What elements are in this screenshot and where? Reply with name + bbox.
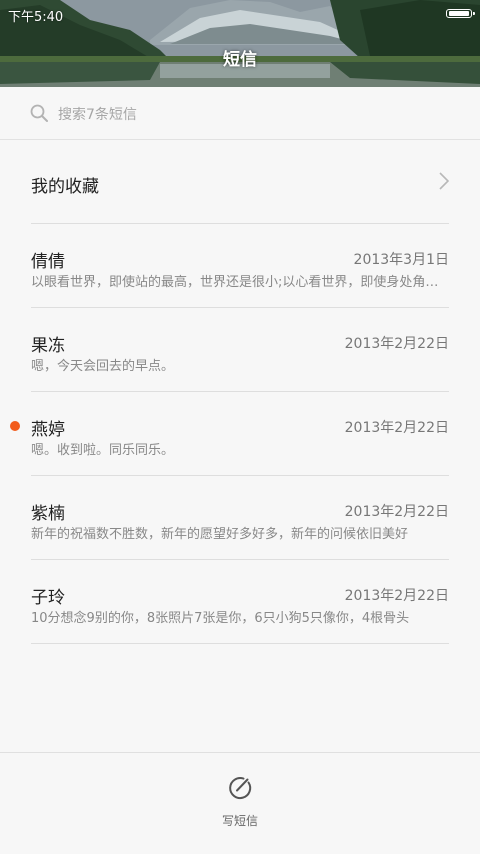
conversation-item[interactable]: 果冻 2013年2月22日 嗯，今天会回去的早点。 bbox=[31, 308, 449, 392]
compose-icon[interactable] bbox=[227, 775, 253, 801]
search-bar[interactable]: 搜索7条短信 bbox=[0, 87, 480, 140]
message-date: 2013年2月22日 bbox=[344, 588, 449, 604]
message-date: 2013年2月22日 bbox=[344, 504, 449, 520]
message-preview: 嗯。收到啦。同乐同乐。 bbox=[31, 443, 175, 458]
message-preview: 新年的祝福数不胜数，新年的愿望好多好多，新年的问候依旧美好 bbox=[31, 527, 409, 542]
contact-name: 果冻 bbox=[31, 336, 65, 356]
message-date: 2013年3月1日 bbox=[353, 252, 449, 268]
chevron-right-icon bbox=[439, 172, 449, 190]
message-date: 2013年2月22日 bbox=[344, 420, 449, 436]
conversation-item[interactable]: 紫楠 2013年2月22日 新年的祝福数不胜数，新年的愿望好多好多，新年的问候依… bbox=[31, 476, 449, 560]
conversation-item[interactable]: 子玲 2013年2月22日 10分想念9别的你，8张照片7张是你，6只小狗5只像… bbox=[31, 560, 449, 644]
favorites-row[interactable]: 我的收藏 bbox=[31, 140, 449, 224]
message-preview: 以眼看世界，即使站的最高，世界还是很小;以心看世界，即使身处角落，世界也很大 bbox=[31, 275, 449, 290]
page-title: 短信 bbox=[223, 50, 257, 70]
conversation-item[interactable]: 倩倩 2013年3月1日 以眼看世界，即使站的最高，世界还是很小;以心看世界，即… bbox=[31, 224, 449, 308]
contact-name: 子玲 bbox=[31, 588, 65, 608]
status-time: 下午5:40 bbox=[8, 10, 64, 25]
message-date: 2013年2月22日 bbox=[344, 336, 449, 352]
message-preview: 嗯，今天会回去的早点。 bbox=[31, 359, 175, 374]
conversation-item[interactable]: 燕婷 2013年2月22日 嗯。收到啦。同乐同乐。 bbox=[10, 392, 449, 476]
search-input[interactable]: 搜索7条短信 bbox=[58, 104, 137, 124]
contact-name: 燕婷 bbox=[31, 420, 65, 440]
favorites-label: 我的收藏 bbox=[31, 177, 99, 197]
search-icon bbox=[30, 104, 48, 122]
message-preview: 10分想念9别的你，8张照片7张是你，6只小狗5只像你，4根骨头 bbox=[31, 611, 410, 626]
unread-indicator bbox=[10, 421, 20, 431]
landscape-background bbox=[0, 0, 480, 87]
contact-name: 倩倩 bbox=[31, 252, 65, 272]
compose-button[interactable]: 写短信 bbox=[0, 812, 480, 829]
contact-name: 紫楠 bbox=[31, 504, 65, 524]
battery-icon bbox=[446, 9, 475, 18]
header: 下午5:40 短信 bbox=[0, 0, 480, 87]
bottom-action-bar: 写短信 bbox=[0, 752, 480, 854]
